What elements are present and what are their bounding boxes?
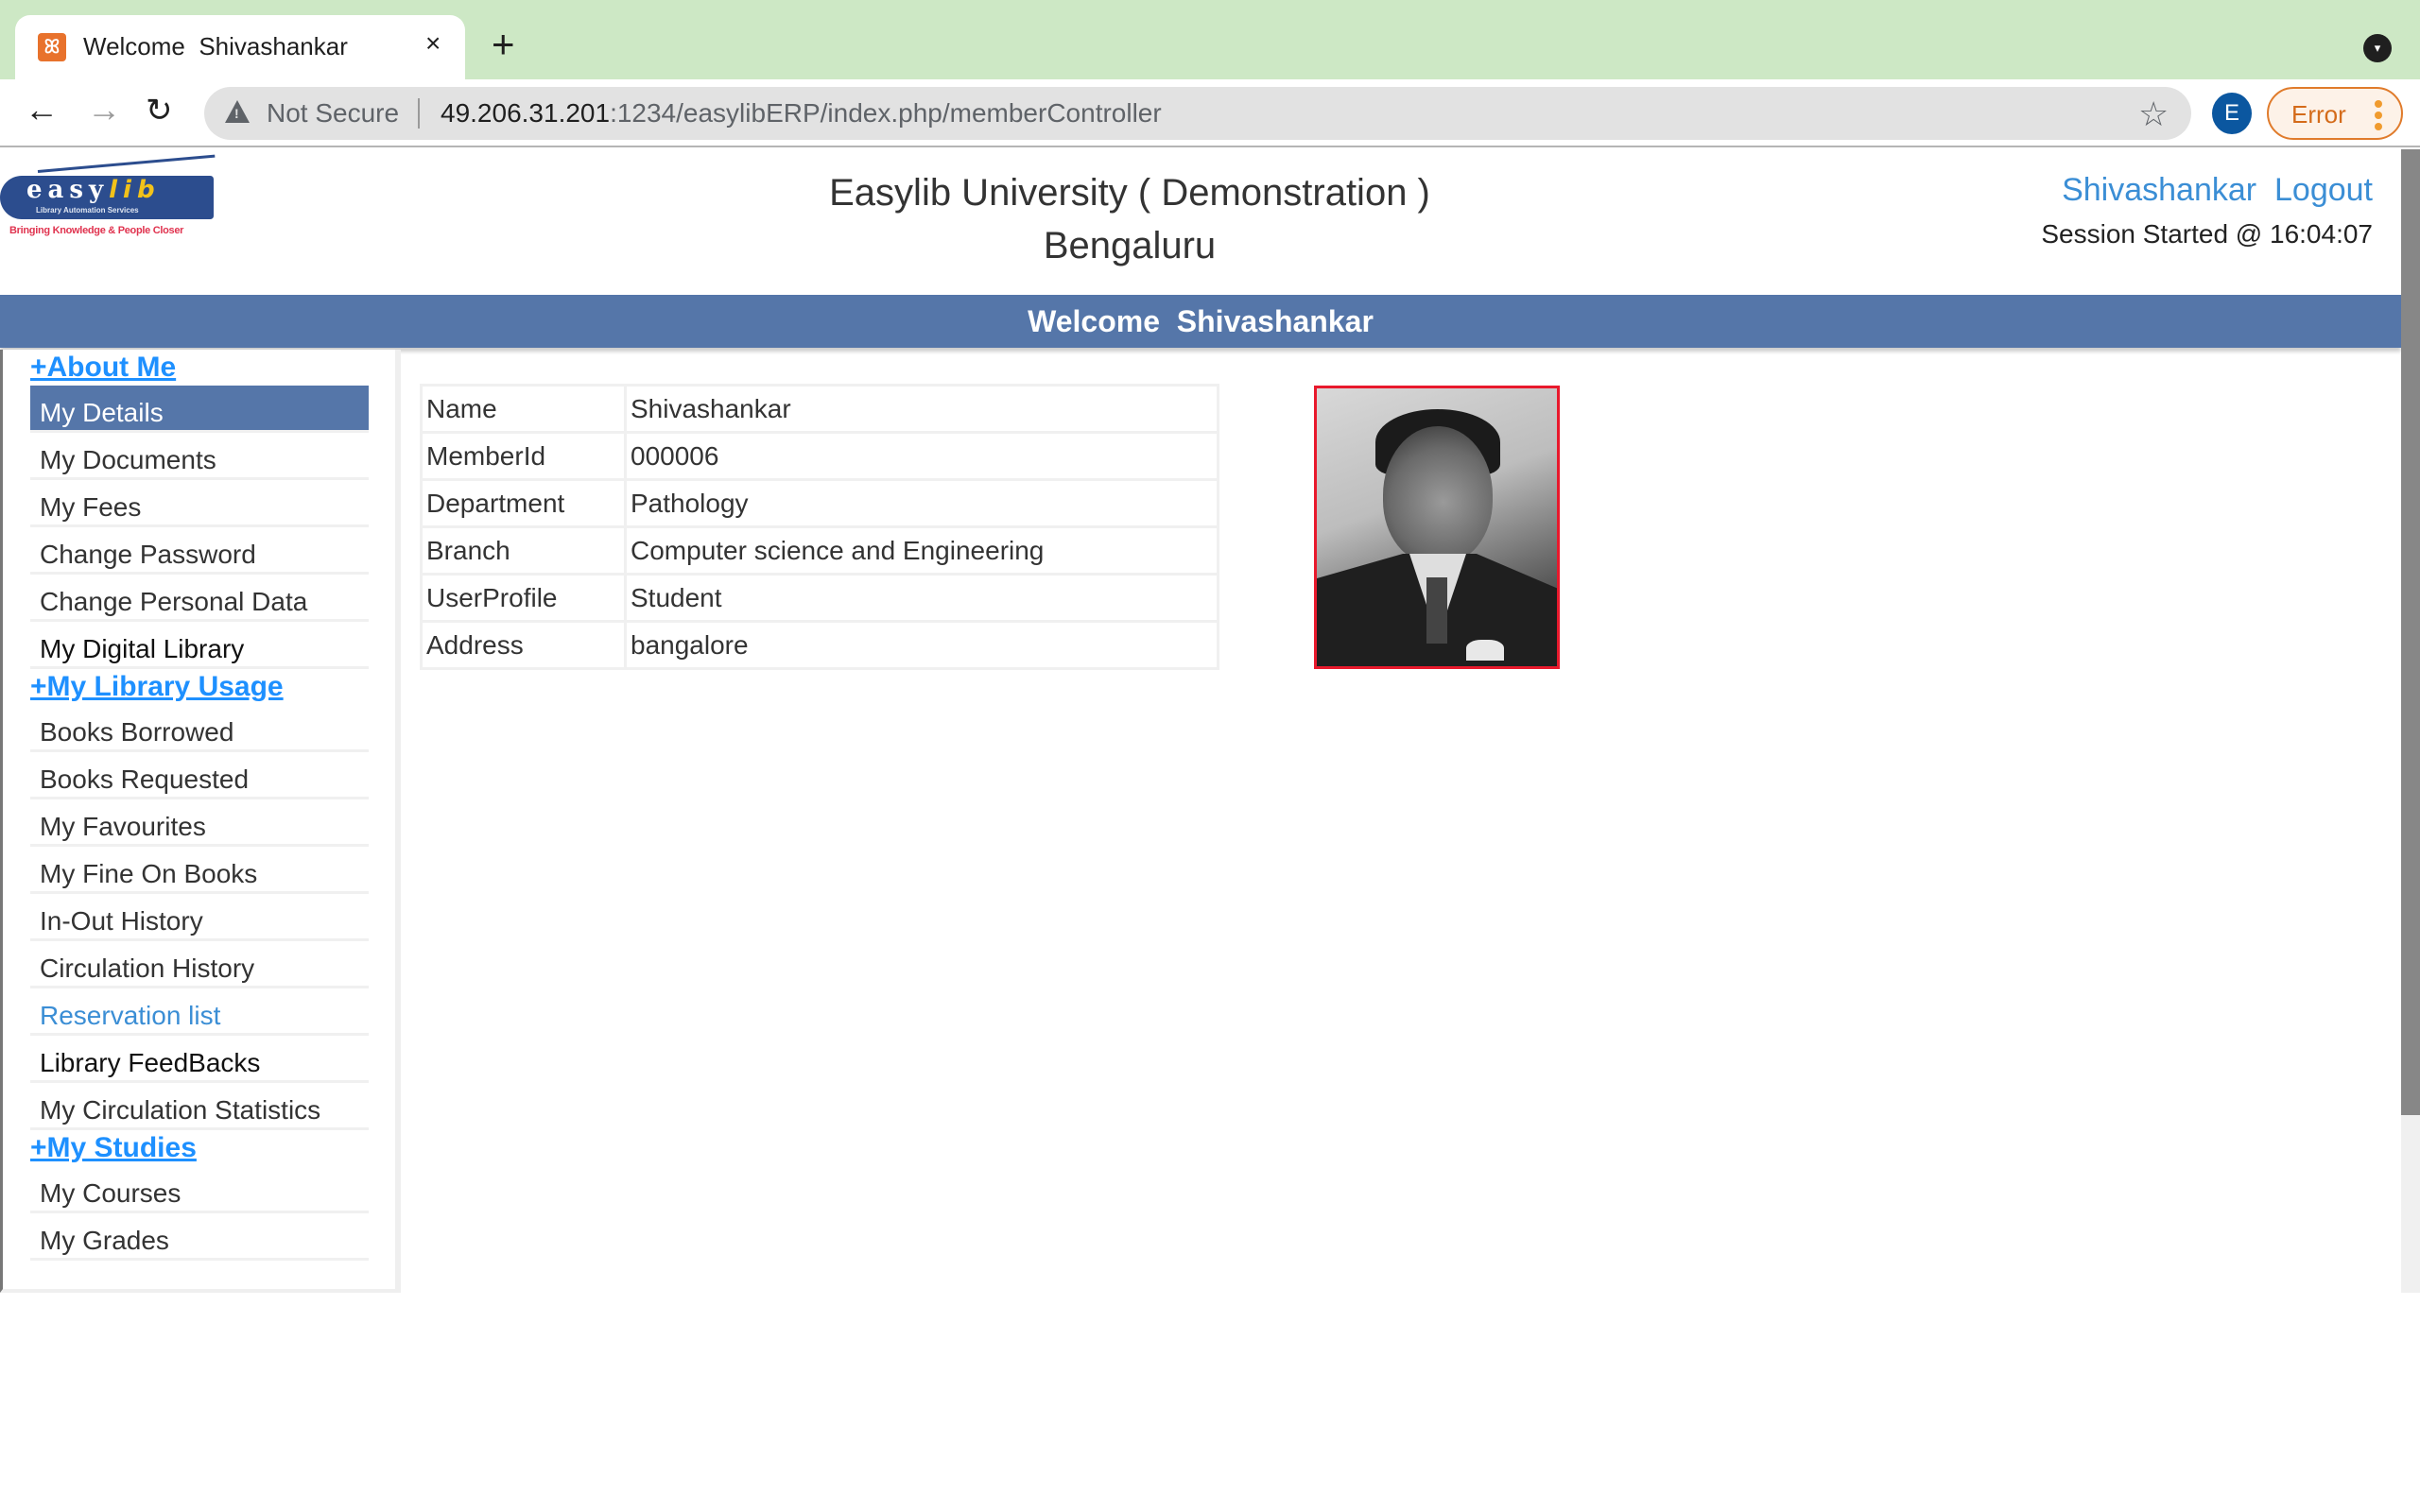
browser-toolbar: ← → ↻ ! Not Secure 49.206.31.201:1234/ea… [0,79,2420,147]
field-label: Address [420,620,627,670]
field-label: UserProfile [420,573,627,623]
reload-icon[interactable]: ↻ [146,94,173,127]
url-host: 49.206.31.201 [441,98,611,128]
tab-close-icon[interactable]: × [425,30,441,57]
sidebar-item[interactable]: Reservation list [30,988,369,1036]
logout-link[interactable]: Logout [2274,172,2373,208]
member-photo [1314,386,1560,669]
url-path: :1234/easylibERP/index.php/memberControl… [610,98,1162,128]
table-row: MemberId 000006 [420,431,1219,481]
error-label: Error [2291,100,2346,129]
sidebar-item[interactable]: My Fees [30,480,369,527]
browser-tab-active[interactable]: ꕤ Welcome Shivashankar × [15,15,465,79]
tab-search-dropdown-icon[interactable]: ▾ [2363,34,2392,62]
field-value: Pathology [624,478,1219,528]
session-started-text: Session Started @ 16:04:07 [2041,219,2373,249]
photo-face [1383,426,1493,564]
sidebar-item[interactable]: My Fine On Books [30,847,369,894]
sidebar-section-header[interactable]: +My Library Usage [30,669,395,705]
field-value: Computer science and Engineering [624,525,1219,576]
field-label: Name [420,384,627,434]
xampp-favicon-icon: ꕤ [38,33,66,61]
field-value: 000006 [624,431,1219,481]
field-label: Department [420,478,627,528]
sidebar-item[interactable]: My Grades [30,1213,369,1261]
photo-tie [1426,577,1447,644]
browser-error-button[interactable]: Error [2267,87,2403,140]
table-row: Address bangalore [420,620,1219,670]
field-value: bangalore [624,620,1219,670]
sidebar-item[interactable]: In-Out History [30,894,369,941]
field-label: MemberId [420,431,627,481]
sidebar-item[interactable]: Circulation History [30,941,369,988]
field-value: Student [624,573,1219,623]
sidebar-item[interactable]: My Favourites [30,799,369,847]
logo-book-spine [37,154,216,173]
address-bar-divider [418,98,420,129]
table-row: Name Shivashankar [420,384,1219,434]
url-text[interactable]: 49.206.31.201:1234/easylibERP/index.php/… [441,98,1162,129]
address-bar[interactable]: ! Not Secure 49.206.31.201:1234/easylibE… [204,87,2191,140]
member-details-table: Name Shivashankar MemberId 000006 Department… [420,384,1219,670]
sidebar-section-header[interactable]: +About Me [30,350,395,386]
field-label: Branch [420,525,627,576]
user-links: Shivashankar Logout [2062,172,2373,209]
sidebar-item[interactable]: Books Requested [30,752,369,799]
sidebar-item[interactable]: Change Personal Data [30,575,369,622]
tab-title: Welcome Shivashankar [83,32,348,60]
sidebar-item[interactable]: My Courses [30,1166,369,1213]
table-row: Branch Computer science and Engineering [420,525,1219,576]
kebab-menu-icon [2375,100,2382,134]
bookmark-star-icon[interactable]: ☆ [2138,94,2169,134]
sidebar-section-header[interactable]: +My Studies [30,1130,395,1166]
warning-triangle-icon[interactable]: ! [225,100,250,123]
welcome-text: Welcome Shivashankar [1028,304,1374,338]
welcome-banner: Welcome Shivashankar [0,295,2401,348]
forward-arrow-icon[interactable]: → [87,93,121,127]
university-city: Bengaluru [1043,225,1217,266]
page-scrollbar[interactable] [2401,149,2420,1293]
sidebar-item[interactable]: My Circulation Statistics [30,1083,369,1130]
field-value: Shivashankar [624,384,1219,434]
sidebar-menu: +About Me My Details My Documents My Fees Ch… [0,350,401,1293]
university-name: Easylib University ( Demonstration ) [829,172,1430,214]
page-viewport: easylib Library Automation Services Brin… [0,149,2401,1293]
sidebar-item[interactable]: My Documents [30,433,369,480]
profile-avatar[interactable]: E [2212,93,2252,134]
scrollbar-thumb[interactable] [2401,149,2420,1115]
new-tab-button[interactable]: + [492,25,515,64]
user-name-link[interactable]: Shivashankar [2062,172,2256,208]
table-row: Department Pathology [420,478,1219,528]
site-header: easylib Library Automation Services Brin… [0,149,2401,295]
back-arrow-icon[interactable]: ← [25,93,59,127]
sidebar-item[interactable]: My Digital Library [30,622,369,669]
sidebar-item[interactable]: Books Borrowed [30,705,369,752]
sidebar-item[interactable]: My Details [30,386,369,433]
photo-pocket-square [1466,640,1504,661]
sidebar-item[interactable]: Change Password [30,527,369,575]
security-status-label[interactable]: Not Secure [267,98,399,129]
table-row: UserProfile Student [420,573,1219,623]
browser-tab-strip: ꕤ Welcome Shivashankar × + ▾ [0,0,2420,79]
sidebar-item[interactable]: Library FeedBacks [30,1036,369,1083]
